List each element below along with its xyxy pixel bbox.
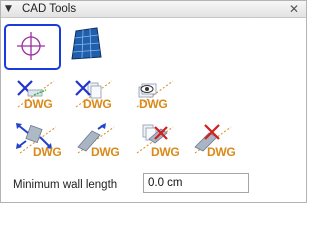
solar-panel-tool-button[interactable]	[67, 25, 103, 61]
dwg-label: DWG	[139, 97, 168, 111]
crosshair-tool-button[interactable]	[4, 24, 61, 70]
close-icon[interactable]: ✕	[288, 2, 300, 16]
dwg-remove-layers-button[interactable]: DWG	[131, 121, 180, 159]
crosshair-icon	[17, 32, 45, 60]
solar-panel-icon	[71, 27, 102, 60]
dwg-label: DWG	[151, 145, 180, 159]
dwg-import-arrows-button[interactable]: DWG	[14, 121, 62, 159]
dwg-export-walls-button[interactable]: DWG	[14, 77, 60, 115]
dwg-remove-button[interactable]: DWG	[191, 121, 237, 159]
dwg-label: DWG	[83, 97, 112, 111]
panel-header[interactable]: ▼ CAD Tools ✕	[1, 1, 306, 18]
dwg-label: DWG	[24, 97, 53, 111]
dwg-label: DWG	[207, 145, 236, 159]
dwg-import-diagonal-button[interactable]: DWG	[72, 121, 120, 159]
dwg-export-view-button[interactable]: DWG	[131, 77, 177, 115]
dwg-label: DWG	[91, 145, 120, 159]
dwg-export-layers-button[interactable]: DWG	[72, 77, 118, 115]
min-wall-length-input[interactable]	[143, 173, 249, 193]
min-wall-length-label: Minimum wall length	[13, 179, 118, 191]
dwg-label: DWG	[33, 145, 62, 159]
collapse-arrow-icon[interactable]: ▼	[5, 4, 17, 14]
cad-tools-panel: ▼ CAD Tools ✕ DWG DWG DWG DWG DWG DWG DW…	[0, 0, 307, 203]
panel-title: CAD Tools	[22, 3, 77, 15]
